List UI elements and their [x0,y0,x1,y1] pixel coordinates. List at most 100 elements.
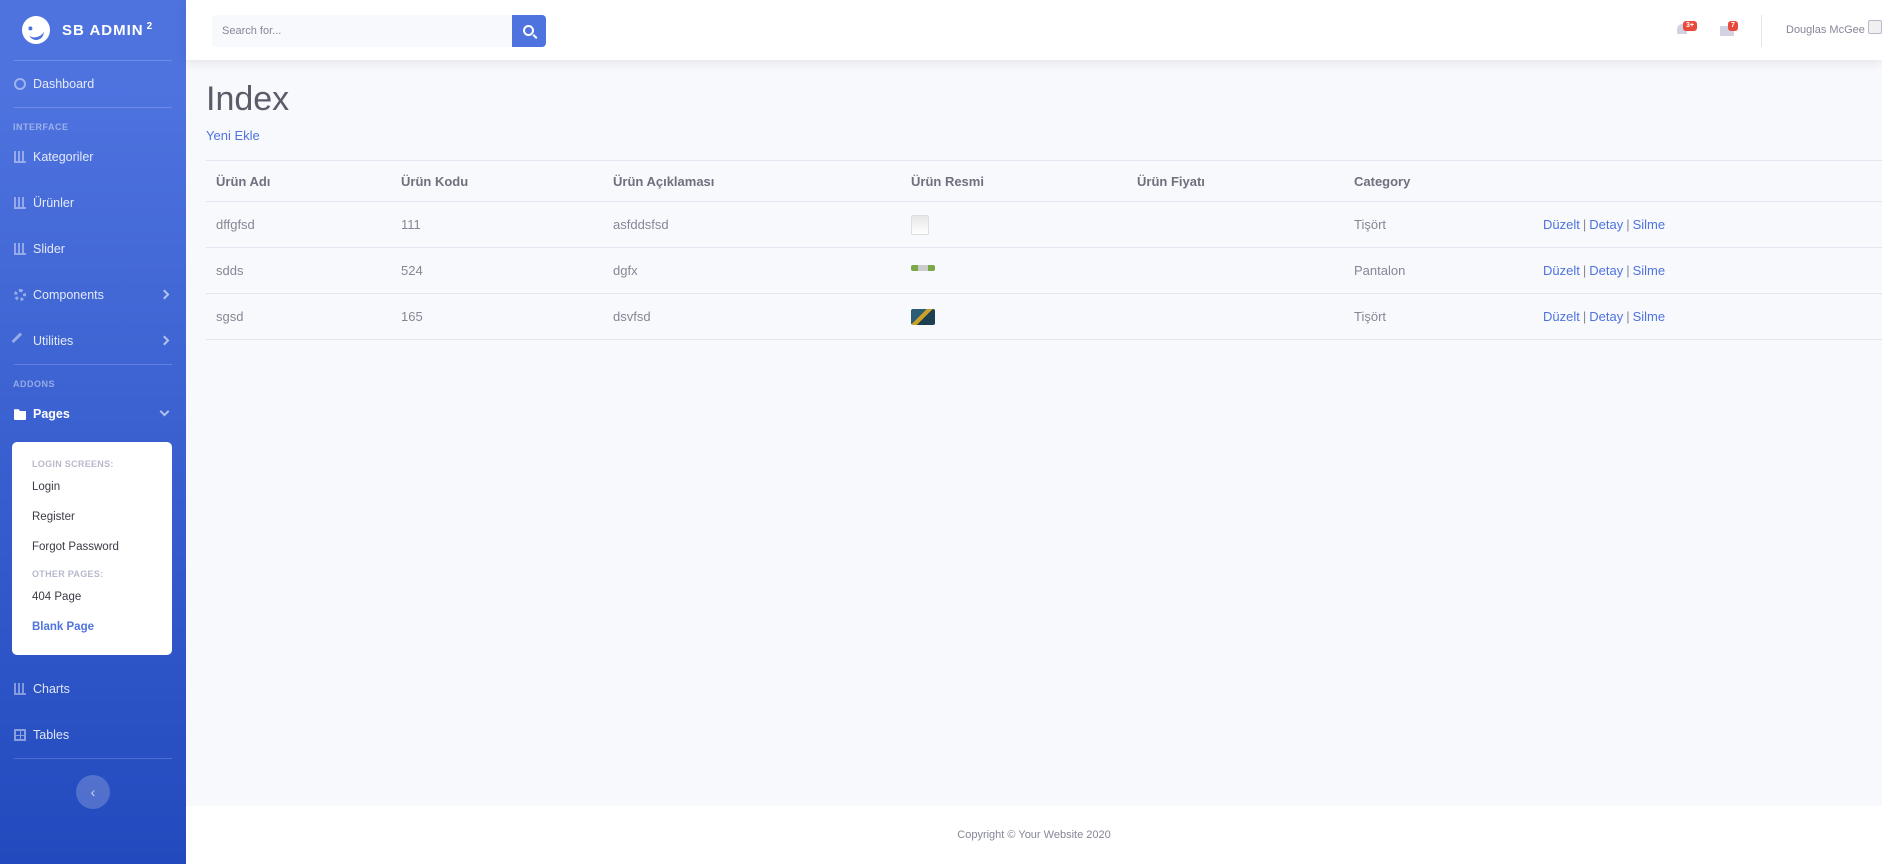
detail-link[interactable]: Detay [1589,309,1623,324]
user-name[interactable]: Douglas McGee [1786,24,1865,36]
cell-price [1127,201,1344,248]
product-image [911,308,935,325]
cell-description: dgfx [603,247,901,294]
cell-category: Tişört [1344,201,1533,248]
cell-actions: Düzelt | Detay | Silme [1533,201,1882,248]
delete-link[interactable]: Silme [1633,263,1666,278]
topbar-divider [1761,15,1762,47]
cell-price [1127,247,1344,294]
table-header-row: Ürün Adı Ürün Kodu Ürün Açıklaması Ürün … [206,160,1882,202]
search-button[interactable] [512,15,546,47]
sidebar-divider [14,758,172,759]
collapse-item-login[interactable]: Login [12,474,172,504]
chevron-right-icon [159,335,170,346]
search-icon [522,24,534,36]
delete-link[interactable]: Silme [1633,217,1666,232]
separator: | [1582,309,1587,324]
detail-link[interactable]: Detay [1589,263,1623,278]
cell-actions: Düzelt | Detay | Silme [1533,247,1882,294]
edit-link[interactable]: Düzelt [1543,309,1580,324]
separator: | [1626,263,1630,278]
product-image [911,264,935,271]
product-image [911,214,929,235]
separator: | [1626,309,1630,324]
cell-name: dffgfsd [206,201,391,248]
collapse-item-blank-page[interactable]: Blank Page [12,614,172,644]
detail-link[interactable]: Detay [1589,217,1623,232]
sidebar-toggle-button[interactable]: ‹ [76,775,110,809]
search-form [212,15,546,47]
sidebar-item-pages[interactable]: Pages [0,391,186,437]
delete-link[interactable]: Silme [1633,309,1666,324]
table-row: sdds 524 dgfx Pantalon Düzelt | Detay | Silm… [206,247,1882,294]
chevron-down-icon [159,406,170,417]
messages-badge: 7 [1728,21,1738,31]
column-header: Category [1344,160,1533,202]
column-header: Ürün Resmi [901,160,1127,202]
search-input[interactable] [212,15,512,47]
separator: | [1582,263,1587,278]
cell-description: dsvfsd [603,293,901,340]
cell-price [1127,293,1344,340]
chart-icon [14,151,26,163]
avatar[interactable] [1868,20,1882,34]
cell-description: asfddsfsd [603,201,901,248]
chevron-right-icon [159,289,170,300]
sidebar-item-label: Components [33,288,104,302]
cell-actions: Düzelt | Detay | Silme [1533,293,1882,340]
chart-icon [14,243,26,255]
collapse-item-forgot-password[interactable]: Forgot Password [12,534,172,564]
alerts-badge: 3+ [1683,21,1697,31]
table-icon [14,729,26,741]
separator: | [1582,217,1587,232]
edit-link[interactable]: Düzelt [1543,217,1580,232]
sidebar-item-slider[interactable]: Slider [0,226,186,272]
cell-category: Tişört [1344,293,1533,340]
column-header: Ürün Kodu [391,160,603,202]
sidebar-item-urunler[interactable]: Ürünler [0,180,186,226]
cell-code: 165 [391,293,603,340]
page-title: Index [206,80,290,118]
topbar: 3+ 7 Douglas McGee [186,0,1882,60]
separator: | [1626,217,1630,232]
brand[interactable]: SB ADMIN 2 [0,0,186,60]
table-row: dffgfsd 111 asfddsfsd Tişört Düzelt | Deta… [206,201,1882,248]
messages-dropdown[interactable]: 7 [1720,21,1738,36]
column-header: Ürün Fiyatı [1127,160,1344,202]
sidebar-item-charts[interactable]: Charts [0,666,186,712]
cell-category: Pantalon [1344,247,1533,294]
folder-icon [14,409,26,420]
new-item-link[interactable]: Yeni Ekle [206,128,260,143]
sidebar-item-dashboard[interactable]: Dashboard [0,61,186,107]
copyright-text: Copyright © Your Website 2020 [957,829,1111,841]
collapse-item-register[interactable]: Register [12,504,172,534]
footer: Copyright © Your Website 2020 [186,806,1882,864]
sidebar-item-kategoriler[interactable]: Kategoriler [0,134,186,180]
cell-code: 524 [391,247,603,294]
chart-icon [14,683,26,695]
chart-icon [14,197,26,209]
cell-image [901,293,1127,340]
sidebar-item-label: Charts [33,682,70,696]
gear-icon [14,289,26,301]
collapse-item-404[interactable]: 404 Page [12,584,172,614]
alerts-dropdown[interactable]: 3+ [1677,21,1697,36]
sidebar-item-label: Utilities [33,334,74,348]
brand-name: SB ADMIN 2 [62,21,154,39]
sidebar-item-label: Kategoriler [33,150,94,164]
sidebar-item-tables[interactable]: Tables [0,712,186,758]
edit-link[interactable]: Düzelt [1543,263,1580,278]
collapse-header-login: LOGIN SCREENS: [32,459,114,469]
tachometer-icon [14,78,26,90]
sidebar-heading-interface: INTERFACE [13,122,69,132]
sidebar-item-utilities[interactable]: Utilities [0,318,186,364]
table-row: sgsd 165 dsvfsd Tişört Düzelt | Detay | Silm… [206,293,1882,340]
column-header: Ürün Açıklaması [603,160,901,202]
sidebar-item-components[interactable]: Components [0,272,186,318]
sidebar: SB ADMIN 2 Dashboard INTERFACE Kategorile… [0,0,186,864]
sidebar-item-label: Tables [33,728,70,742]
sidebar-item-label: Slider [33,242,65,256]
products-table: Ürün Adı Ürün Kodu Ürün Açıklaması Ürün … [206,160,1882,340]
wrench-icon [11,332,29,350]
chevron-left-icon: ‹ [90,784,96,800]
